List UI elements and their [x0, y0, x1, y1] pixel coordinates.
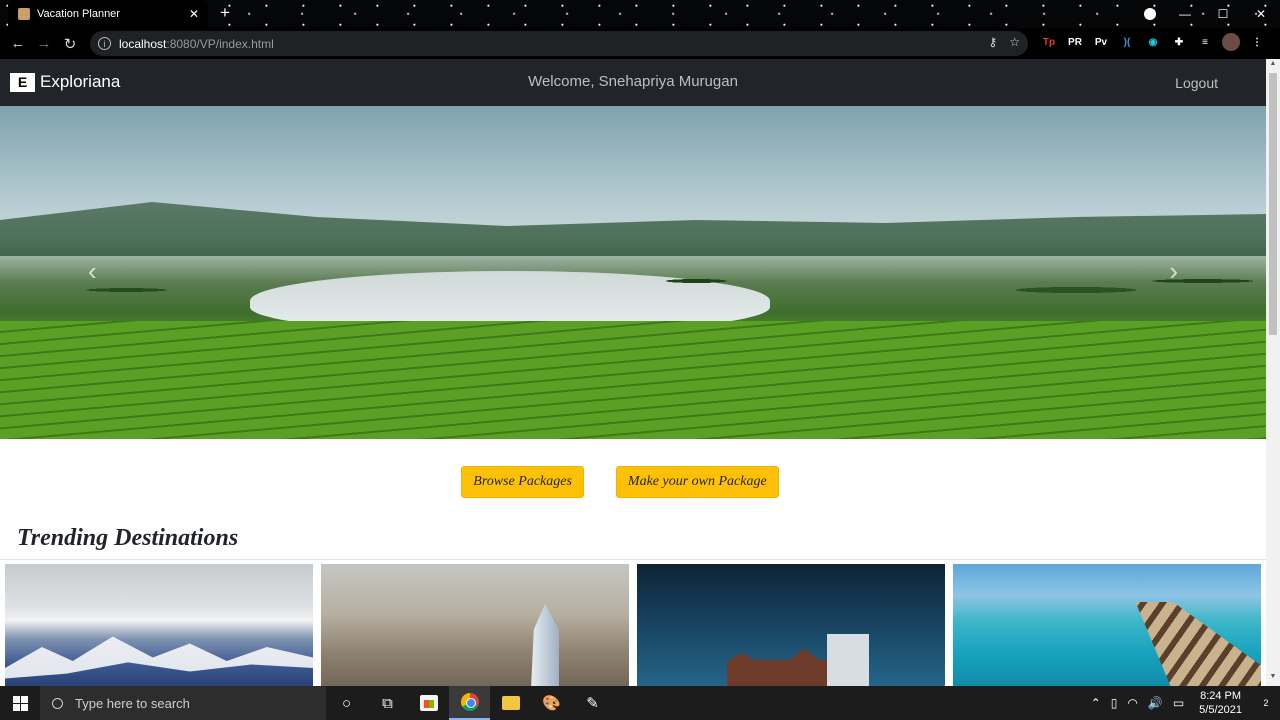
tray-chevron-icon[interactable]: ⌃	[1091, 696, 1101, 710]
page-scrollbar[interactable]: ▲ ▼	[1266, 59, 1280, 686]
back-arrow-icon[interactable]: ←	[5, 31, 31, 57]
browser-tabbar: Vacation Planner ✕ + — ☐ ✕	[0, 0, 1280, 28]
browser-menu-icon[interactable]: ⋮	[1248, 33, 1266, 51]
web-page: E Exploriana Welcome, Snehapriya Murugan…	[0, 59, 1266, 686]
file-explorer-icon[interactable]	[490, 686, 531, 720]
reload-icon[interactable]: ↻	[57, 31, 83, 57]
tab-close-icon[interactable]: ✕	[186, 7, 202, 21]
battery-icon[interactable]: ▭	[1173, 696, 1184, 710]
hero-carousel: ‹ ›	[0, 106, 1266, 439]
notification-count: 2	[1263, 698, 1269, 708]
site-navbar: E Exploriana Welcome, Snehapriya Murugan…	[0, 59, 1266, 106]
scroll-up-icon[interactable]: ▲	[1266, 60, 1280, 72]
tab-title: Vacation Planner	[37, 8, 120, 20]
carousel-tea-field	[0, 321, 1266, 439]
site-info-icon[interactable]: i	[98, 37, 111, 50]
carousel-prev-icon[interactable]: ‹	[88, 256, 97, 287]
carousel-trees	[0, 236, 1266, 326]
notification-icon[interactable]: 2	[1252, 686, 1280, 720]
start-button[interactable]	[0, 686, 40, 720]
avatar[interactable]	[1222, 33, 1240, 51]
welcome-text: Welcome, Snehapriya Murugan	[528, 73, 738, 90]
windows-logo-icon	[12, 695, 28, 711]
extension-pr-icon[interactable]: PR	[1066, 33, 1084, 51]
forward-arrow-icon[interactable]: →	[31, 31, 57, 57]
cortana-icon[interactable]: ○	[326, 686, 367, 720]
destination-card-dubai[interactable]	[321, 564, 629, 686]
scroll-down-icon[interactable]: ▼	[1266, 673, 1280, 685]
action-buttons: Browse Packages Make your own Package	[0, 466, 1266, 498]
clock-date: 5/5/2021	[1199, 704, 1242, 716]
search-icon	[52, 697, 63, 709]
logout-link[interactable]: Logout	[1175, 75, 1218, 91]
url-host: localhost	[119, 36, 167, 51]
extensions-area: Tp PR Pv )( ◉ ✚ ≡ ⋮	[1040, 33, 1266, 51]
url-path: :8080/VP/index.html	[166, 36, 274, 51]
store-icon[interactable]	[408, 686, 449, 720]
system-tray: ⌃ ▯ ◠ 🔊 ▭ 8:24 PM 5/5/2021 2	[1086, 686, 1280, 720]
extensions-puzzle-icon[interactable]: ✚	[1170, 33, 1188, 51]
paint-icon[interactable]: 🎨	[531, 686, 572, 720]
window-controls: — ☐ ✕	[1166, 0, 1280, 28]
bookmark-star-icon[interactable]: ☆	[1009, 35, 1020, 49]
destination-cards	[0, 559, 1266, 686]
make-package-button[interactable]: Make your own Package	[615, 466, 779, 498]
extension-bracket-icon[interactable]: )(	[1118, 33, 1136, 51]
chrome-icon[interactable]	[449, 686, 490, 720]
extension-tp-icon[interactable]: Tp	[1040, 33, 1058, 51]
meet-icon[interactable]: ▯	[1111, 696, 1118, 710]
destination-card-maldives[interactable]	[953, 564, 1261, 686]
destination-card-mumbai[interactable]	[637, 564, 945, 686]
browser-tab[interactable]: Vacation Planner ✕	[8, 0, 208, 28]
card-building	[827, 634, 869, 686]
minimize-button[interactable]: —	[1166, 0, 1204, 28]
search-placeholder: Type here to search	[75, 695, 190, 711]
key-icon[interactable]: ⚷	[988, 35, 997, 49]
windows-taskbar: Type here to search ○ ⧉ 🎨 ✎ ⌃ ▯ ◠ 🔊 ▭ 8:…	[0, 686, 1280, 720]
profile-icon[interactable]	[1144, 8, 1156, 20]
new-tab-button[interactable]: +	[216, 4, 234, 22]
destination-card-mountains[interactable]	[5, 564, 313, 686]
browse-packages-button[interactable]: Browse Packages	[461, 466, 584, 498]
extension-pv-icon[interactable]: Pv	[1092, 33, 1110, 51]
clock-time: 8:24 PM	[1200, 690, 1242, 702]
volume-icon[interactable]: 🔊	[1148, 696, 1163, 710]
close-window-button[interactable]: ✕	[1242, 0, 1280, 28]
app-icon[interactable]: ✎	[572, 686, 613, 720]
extension-circle-icon[interactable]: ◉	[1144, 33, 1162, 51]
network-icon[interactable]: ◠	[1127, 696, 1137, 710]
scrollbar-thumb[interactable]	[1269, 73, 1277, 335]
clock[interactable]: 8:24 PM 5/5/2021	[1199, 689, 1242, 717]
maximize-button[interactable]: ☐	[1204, 0, 1242, 28]
carousel-next-icon[interactable]: ›	[1169, 256, 1178, 287]
media-queue-icon[interactable]: ≡	[1196, 33, 1214, 51]
favicon-icon	[18, 8, 30, 20]
section-title: Trending Destinations	[17, 525, 239, 551]
taskbar-search[interactable]: Type here to search	[40, 686, 326, 720]
address-bar[interactable]: i localhost:8080/VP/index.html ⚷ ☆	[90, 31, 1028, 56]
task-view-icon[interactable]: ⧉	[367, 686, 408, 720]
